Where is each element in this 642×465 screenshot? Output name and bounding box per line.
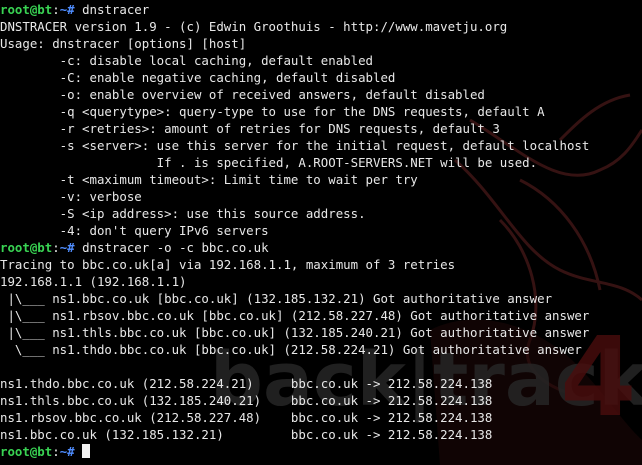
prompt-line: root@bt:~# dnstracer -o -c bbc.co.uk: [0, 239, 642, 256]
output-line: ns1.bbc.co.uk (132.185.132.21) bbc.co.uk…: [0, 426, 642, 443]
output-text: -v: verbose: [0, 189, 142, 204]
output-text: -r <retries>: amount of retries for DNS …: [0, 121, 500, 136]
output-text: -C: enable negative caching, default dis…: [0, 70, 396, 85]
prompt-separator: :: [52, 444, 60, 459]
output-text: Usage: dnstracer [options] [host]: [0, 36, 247, 51]
output-text: If . is specified, A.ROOT-SERVERS.NET wi…: [0, 155, 538, 170]
output-line: |\___ ns1.rbsov.bbc.co.uk [bbc.co.uk] (2…: [0, 307, 642, 324]
output-line: Tracing to bbc.co.uk[a] via 192.168.1.1,…: [0, 256, 642, 273]
prompt-user: root@bt: [0, 2, 53, 17]
terminal-window[interactable]: root@bt:~# dnstracer DNSTRACER version 1.…: [0, 1, 642, 460]
output-text: \___ ns1.thdo.bbc.co.uk [bbc.co.uk] (212…: [0, 342, 582, 357]
output-text: 192.168.1.1 (192.168.1.1): [0, 274, 187, 289]
output-line: 192.168.1.1 (192.168.1.1): [0, 273, 642, 290]
output-line: |\___ ns1.thls.bbc.co.uk [bbc.co.uk] (13…: [0, 324, 642, 341]
command-text: dnstracer: [82, 2, 150, 17]
output-line: -t <maximum timeout>: Limit time to wait…: [0, 171, 642, 188]
output-line: DNSTRACER version 1.9 - (c) Edwin Grooth…: [0, 18, 642, 35]
output-text: -S <ip address>: use this source address…: [0, 206, 366, 221]
output-text: Tracing to bbc.co.uk[a] via 192.168.1.1,…: [0, 257, 456, 272]
prompt-user: root@bt: [0, 444, 53, 459]
output-text: ns1.thls.bbc.co.uk (132.185.240.21) bbc.…: [0, 393, 493, 408]
output-line: -C: enable negative caching, default dis…: [0, 69, 642, 86]
prompt-symbol: #: [67, 2, 75, 17]
output-line: -4: don't query IPv6 servers: [0, 222, 642, 239]
output-line: |\___ ns1.bbc.co.uk [bbc.co.uk] (132.185…: [0, 290, 642, 307]
text-cursor[interactable]: [82, 444, 91, 458]
output-text: ns1.bbc.co.uk (132.185.132.21) bbc.co.uk…: [0, 427, 493, 442]
output-text: -s <server>: use this server for the ini…: [0, 138, 590, 153]
output-text: -c: disable local caching, default enabl…: [0, 53, 373, 68]
prompt-line: root@bt:~# dnstracer: [0, 1, 642, 18]
prompt-line: root@bt:~#: [0, 443, 642, 460]
output-text: -o: enable overview of received answers,…: [0, 87, 485, 102]
output-line: -o: enable overview of received answers,…: [0, 86, 642, 103]
output-line: Usage: dnstracer [options] [host]: [0, 35, 642, 52]
prompt-separator: :: [52, 2, 60, 17]
output-line: -s <server>: use this server for the ini…: [0, 137, 642, 154]
command-text: dnstracer -o -c bbc.co.uk: [82, 240, 269, 255]
output-text: -q <querytype>: query-type to use for th…: [0, 104, 545, 119]
output-text: -t <maximum timeout>: Limit time to wait…: [0, 172, 418, 187]
prompt-symbol: #: [67, 240, 75, 255]
output-line: ns1.thdo.bbc.co.uk (212.58.224.21) bbc.c…: [0, 375, 642, 392]
output-text: -4: don't query IPv6 servers: [0, 223, 269, 238]
output-text: |\___ ns1.bbc.co.uk [bbc.co.uk] (132.185…: [0, 291, 553, 306]
output-text: |\___ ns1.thls.bbc.co.uk [bbc.co.uk] (13…: [0, 325, 590, 340]
output-line: -q <querytype>: query-type to use for th…: [0, 103, 642, 120]
output-line: \___ ns1.thdo.bbc.co.uk [bbc.co.uk] (212…: [0, 341, 642, 358]
output-line: If . is specified, A.ROOT-SERVERS.NET wi…: [0, 154, 642, 171]
output-line: -S <ip address>: use this source address…: [0, 205, 642, 222]
output-text: ns1.thdo.bbc.co.uk (212.58.224.21) bbc.c…: [0, 376, 493, 391]
output-text: ns1.rbsov.bbc.co.uk (212.58.227.48) bbc.…: [0, 410, 493, 425]
output-line: -r <retries>: amount of retries for DNS …: [0, 120, 642, 137]
output-line: ns1.thls.bbc.co.uk (132.185.240.21) bbc.…: [0, 392, 642, 409]
output-line: ns1.rbsov.bbc.co.uk (212.58.227.48) bbc.…: [0, 409, 642, 426]
output-text: DNSTRACER version 1.9 - (c) Edwin Grooth…: [0, 19, 508, 34]
prompt-symbol: #: [67, 444, 75, 459]
output-line: -v: verbose: [0, 188, 642, 205]
output-text: |\___ ns1.rbsov.bbc.co.uk [bbc.co.uk] (2…: [0, 308, 590, 323]
prompt-separator: :: [52, 240, 60, 255]
output-line: -c: disable local caching, default enabl…: [0, 52, 642, 69]
prompt-user: root@bt: [0, 240, 53, 255]
